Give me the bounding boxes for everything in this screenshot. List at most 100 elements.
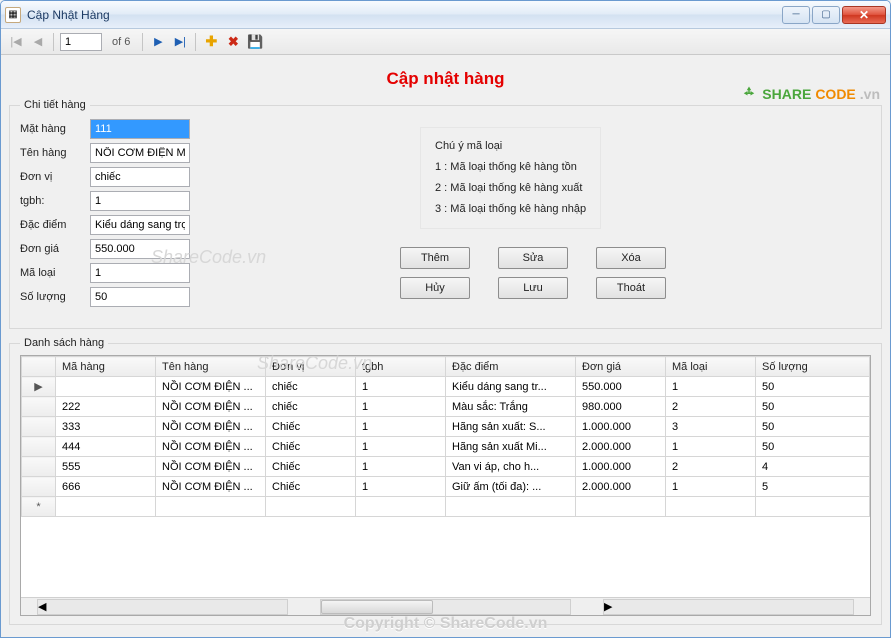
header-rowselector[interactable]	[22, 357, 56, 377]
cell-empty[interactable]	[756, 497, 870, 517]
row-indicator[interactable]: ▶	[22, 377, 56, 397]
cell-ma_loai[interactable]: 1	[666, 377, 756, 397]
cell-don_vi[interactable]: Chiếc	[266, 417, 356, 437]
cell-don_vi[interactable]: chiếc	[266, 377, 356, 397]
cell-ten_hang[interactable]: NỒI CƠM ĐIỆN ...	[156, 457, 266, 477]
cell-so_luong[interactable]: 50	[756, 397, 870, 417]
input-don-gia[interactable]	[90, 239, 190, 259]
cell-so_luong[interactable]: 50	[756, 437, 870, 457]
header-ma-loai[interactable]: Mã loại	[666, 357, 756, 377]
cell-don_gia[interactable]: 550.000	[576, 377, 666, 397]
row-indicator[interactable]	[22, 477, 56, 497]
cell-don_gia[interactable]: 1.000.000	[576, 417, 666, 437]
cell-ma_hang[interactable]: 444	[56, 437, 156, 457]
nav-prev-icon[interactable]: ◀	[29, 33, 47, 51]
cell-ma_loai[interactable]: 3	[666, 417, 756, 437]
cell-ma_loai[interactable]: 2	[666, 397, 756, 417]
cell-ma_loai[interactable]: 2	[666, 457, 756, 477]
data-grid[interactable]: Mã hàng Tên hàng Đơn vị tgbh Đặc điểm Đơ…	[20, 355, 871, 616]
button-them[interactable]: Thêm	[400, 247, 470, 269]
cell-ma_hang[interactable]: 666	[56, 477, 156, 497]
cell-dac_diem[interactable]: Hãng sản xuất Mi...	[446, 437, 576, 457]
cell-empty[interactable]	[446, 497, 576, 517]
cell-don_gia[interactable]: 980.000	[576, 397, 666, 417]
row-indicator[interactable]	[22, 397, 56, 417]
nav-position-input[interactable]	[60, 33, 102, 51]
header-so-luong[interactable]: Số lượng	[756, 357, 870, 377]
scroll-thumb[interactable]	[321, 600, 433, 614]
cell-tgbh[interactable]: 1	[356, 437, 446, 457]
nav-delete-icon[interactable]: ✖	[224, 33, 242, 51]
scroll-right-icon[interactable]: ▶	[603, 599, 854, 615]
cell-empty[interactable]	[156, 497, 266, 517]
input-dac-diem[interactable]	[90, 215, 190, 235]
cell-empty[interactable]	[576, 497, 666, 517]
cell-so_luong[interactable]: 4	[756, 457, 870, 477]
nav-last-icon[interactable]: ▶|	[171, 33, 189, 51]
close-button[interactable]: ✕	[842, 6, 886, 24]
input-so-luong[interactable]	[90, 287, 190, 307]
nav-add-icon[interactable]: ✚	[202, 33, 220, 51]
cell-tgbh[interactable]: 1	[356, 377, 446, 397]
table-row[interactable]: 222NỒI CƠM ĐIỆN ...chiếc1Màu sắc: Trắng9…	[22, 397, 870, 417]
nav-save-icon[interactable]: 💾	[246, 33, 264, 51]
button-xoa[interactable]: Xóa	[596, 247, 666, 269]
table-row[interactable]: ▶111NỒI CƠM ĐIỆN ...chiếc1Kiểu dáng sang…	[22, 377, 870, 397]
cell-dac_diem[interactable]: Màu sắc: Trắng	[446, 397, 576, 417]
scroll-left-icon[interactable]: ◀	[37, 599, 288, 615]
nav-first-icon[interactable]: |◀	[7, 33, 25, 51]
header-dac-diem[interactable]: Đặc điểm	[446, 357, 576, 377]
new-row-indicator[interactable]: *	[22, 497, 56, 517]
cell-empty[interactable]	[56, 497, 156, 517]
cell-ma_loai[interactable]: 1	[666, 477, 756, 497]
cell-tgbh[interactable]: 1	[356, 457, 446, 477]
cell-dac_diem[interactable]: Hãng sản xuất: S...	[446, 417, 576, 437]
cell-ten_hang[interactable]: NỒI CƠM ĐIỆN ...	[156, 477, 266, 497]
header-don-gia[interactable]: Đơn giá	[576, 357, 666, 377]
row-indicator[interactable]	[22, 417, 56, 437]
cell-dac_diem[interactable]: Kiểu dáng sang tr...	[446, 377, 576, 397]
cell-tgbh[interactable]: 1	[356, 417, 446, 437]
button-sua[interactable]: Sửa	[498, 247, 568, 269]
cell-ten_hang[interactable]: NỒI CƠM ĐIỆN ...	[156, 437, 266, 457]
cell-ma_loai[interactable]: 1	[666, 437, 756, 457]
header-ma-hang[interactable]: Mã hàng	[56, 357, 156, 377]
cell-tgbh[interactable]: 1	[356, 477, 446, 497]
cell-dac_diem[interactable]: Giữ ấm (tối đa): ...	[446, 477, 576, 497]
header-ten-hang[interactable]: Tên hàng	[156, 357, 266, 377]
cell-ten_hang[interactable]: NỒI CƠM ĐIỆN ...	[156, 417, 266, 437]
row-indicator[interactable]	[22, 437, 56, 457]
button-luu[interactable]: Lưu	[498, 277, 568, 299]
row-indicator[interactable]	[22, 457, 56, 477]
table-row[interactable]: 444NỒI CƠM ĐIỆN ...Chiếc1Hãng sản xuất M…	[22, 437, 870, 457]
cell-don_vi[interactable]: Chiếc	[266, 457, 356, 477]
cell-tgbh[interactable]: 1	[356, 397, 446, 417]
button-thoat[interactable]: Thoát	[596, 277, 666, 299]
cell-empty[interactable]	[666, 497, 756, 517]
cell-so_luong[interactable]: 50	[756, 377, 870, 397]
table-row[interactable]: 666NỒI CƠM ĐIỆN ...Chiếc1Giữ ấm (tối đa)…	[22, 477, 870, 497]
input-ten-hang[interactable]	[90, 143, 190, 163]
input-ma-loai[interactable]	[90, 263, 190, 283]
header-tgbh[interactable]: tgbh	[356, 357, 446, 377]
nav-next-icon[interactable]: ▶	[149, 33, 167, 51]
input-don-vi[interactable]	[90, 167, 190, 187]
grid-hscrollbar[interactable]: ◀ ▶	[21, 597, 870, 615]
cell-don_vi[interactable]: Chiếc	[266, 477, 356, 497]
button-huy[interactable]: Hủy	[400, 277, 470, 299]
cell-ten_hang[interactable]: NỒI CƠM ĐIỆN ...	[156, 377, 266, 397]
cell-dac_diem[interactable]: Van vi áp, cho h...	[446, 457, 576, 477]
cell-don_vi[interactable]: chiếc	[266, 397, 356, 417]
table-row[interactable]: 555NỒI CƠM ĐIỆN ...Chiếc1Van vi áp, cho …	[22, 457, 870, 477]
cell-ma_hang[interactable]: 333	[56, 417, 156, 437]
cell-ma_hang[interactable]: 111	[56, 377, 156, 397]
header-don-vi[interactable]: Đơn vị	[266, 357, 356, 377]
input-tgbh[interactable]	[90, 191, 190, 211]
cell-don_gia[interactable]: 1.000.000	[576, 457, 666, 477]
cell-don_vi[interactable]: Chiếc	[266, 437, 356, 457]
input-ma-hang[interactable]	[90, 119, 190, 139]
cell-empty[interactable]	[356, 497, 446, 517]
cell-ma_hang[interactable]: 555	[56, 457, 156, 477]
table-row[interactable]: 333NỒI CƠM ĐIỆN ...Chiếc1Hãng sản xuất: …	[22, 417, 870, 437]
minimize-button[interactable]: ─	[782, 6, 810, 24]
